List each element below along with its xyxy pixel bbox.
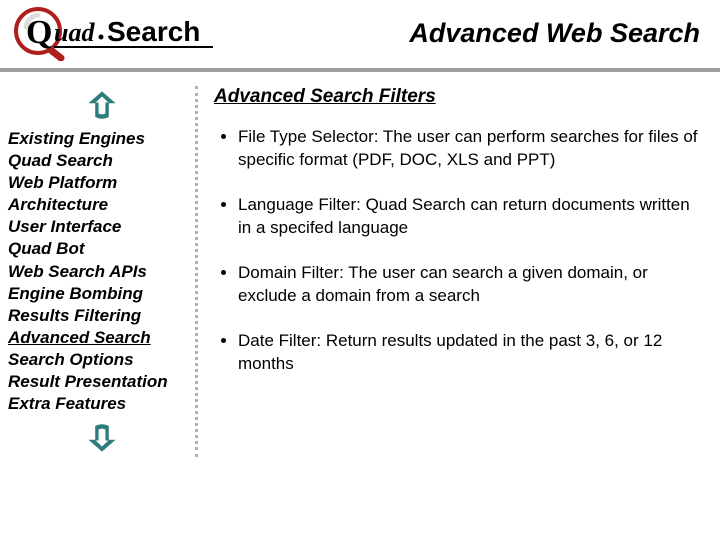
body: Existing Engines Quad Search Web Platfor… [0,72,720,457]
svg-text:Q: Q [26,14,52,51]
sidebar-item-label: Web Platform [8,173,117,192]
logo-text-remainder: Search [107,16,200,47]
arrow-down-icon [85,421,119,455]
sidebar-item-search-options[interactable]: Search Options [8,349,195,371]
sidebar-item-label: Extra Features [8,394,126,413]
bullet-text: Language Filter: Quad Search can return … [238,195,690,237]
sidebar-item-architecture[interactable]: Architecture [8,194,195,216]
bullet-item: Date Filter: Return results updated in t… [238,330,702,376]
page-title: Advanced Web Search [218,18,700,49]
header: Q uad Search Advanced Web Search [0,0,720,72]
sidebar-item-label: Advanced Search [8,328,151,347]
sidebar-item-label: Architecture [8,195,108,214]
bullet-item: Language Filter: Quad Search can return … [238,194,702,240]
bullet-list: File Type Selector: The user can perform… [214,126,702,376]
bullet-text: File Type Selector: The user can perform… [238,127,698,169]
main-content: Advanced Search Filters File Type Select… [198,86,720,457]
sidebar-item-existing-engines[interactable]: Existing Engines [8,128,195,150]
nav-up[interactable] [8,86,195,124]
sidebar-item-advanced-search[interactable]: Advanced Search [8,327,195,349]
sidebar-item-quad-search[interactable]: Quad Search [8,150,195,172]
sidebar-item-result-presentation[interactable]: Result Presentation [8,371,195,393]
sidebar-item-label: Quad Bot [8,239,85,258]
sidebar-item-label: Result Presentation [8,372,168,391]
sidebar-item-label: Existing Engines [8,129,145,148]
sidebar-item-quad-bot[interactable]: Quad Bot [8,238,195,260]
sidebar-item-label: Results Filtering [8,306,141,325]
section-title: Advanced Search Filters [214,86,702,108]
sidebar-item-web-search-apis[interactable]: Web Search APIs [8,261,195,283]
sidebar: Existing Engines Quad Search Web Platfor… [0,86,198,457]
sidebar-item-label: Engine Bombing [8,284,143,303]
logo-text-italic: uad [54,18,95,47]
sidebar-item-extra-features[interactable]: Extra Features [8,393,195,415]
sidebar-item-results-filtering[interactable]: Results Filtering [8,305,195,327]
sidebar-item-label: Search Options [8,350,134,369]
sidebar-item-engine-bombing[interactable]: Engine Bombing [8,283,195,305]
sidebar-item-user-interface[interactable]: User Interface [8,216,195,238]
sidebar-item-web-platform[interactable]: Web Platform [8,172,195,194]
sidebar-item-label: Web Search APIs [8,262,147,281]
bullet-text: Domain Filter: The user can search a giv… [238,263,648,305]
slide: Q uad Search Advanced Web Search Existin… [0,0,720,540]
bullet-item: File Type Selector: The user can perform… [238,126,702,172]
sidebar-item-label: User Interface [8,217,121,236]
sidebar-item-label: Quad Search [8,151,113,170]
sidebar-items: Existing Engines Quad Search Web Platfor… [8,124,195,419]
logo: Q uad Search [8,5,218,61]
nav-down[interactable] [8,419,195,457]
bullet-item: Domain Filter: The user can search a giv… [238,262,702,308]
arrow-up-icon [85,88,119,122]
bullet-text: Date Filter: Return results updated in t… [238,331,662,373]
